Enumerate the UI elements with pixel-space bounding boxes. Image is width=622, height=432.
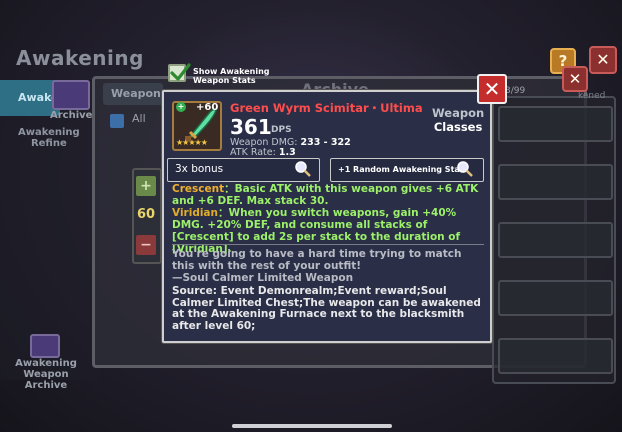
flavor-quote: You're going to have a hard time trying …: [172, 248, 462, 272]
weapon-name: Green Wyrm Scimitar・Ultima: [230, 101, 423, 115]
flavor-source: —Soul Calmer Limited Weapon: [172, 272, 354, 284]
show-stats-label-line1: Show Awakening: [193, 67, 270, 76]
rate-value: 1.3: [278, 147, 296, 158]
archive-count: 3/99: [505, 86, 526, 96]
home-indicator: [232, 424, 392, 428]
weapon-classes-button[interactable]: Weapon Classes: [432, 106, 484, 134]
weapon-level: +60: [196, 102, 219, 113]
effect-name: Crescent: [172, 183, 225, 195]
show-stats-label-line2: Weapon Stats: [193, 76, 256, 85]
weapon-classes-line2: Classes: [433, 120, 483, 134]
show-stats-checkbox[interactable]: [168, 63, 191, 82]
awakened-label: kened: [578, 91, 606, 101]
minus-button[interactable]: −: [136, 235, 156, 255]
dps-value: 361: [230, 115, 272, 139]
source-text: Source: Event Demonrealm;Event reward;So…: [172, 285, 481, 332]
rate-label: ATK Rate:: [230, 147, 276, 158]
archive-icon[interactable]: [52, 80, 90, 110]
list-item[interactable]: [498, 164, 613, 200]
attack-rate: ATK Rate: 1.3: [230, 147, 296, 158]
tab-weapon[interactable]: Weapon: [103, 83, 163, 105]
close-button[interactable]: ✕: [589, 46, 617, 74]
weapon-archive-label: Awakening Weapon Archive: [15, 358, 77, 391]
weapon-archive-icon[interactable]: [30, 334, 60, 358]
damage-value: 233 - 322: [300, 137, 351, 148]
effect-crescent: Crescent：Basic ATK with this weapon give…: [172, 183, 484, 207]
plus-button[interactable]: +: [136, 176, 156, 196]
weapon-classes-line1: Weapon: [432, 106, 485, 120]
archive-close-button[interactable]: ✕: [562, 66, 588, 92]
flavor-text: You're going to have a hard time trying …: [172, 248, 484, 284]
upgrade-badge: +: [176, 102, 186, 112]
quantity-value: 60: [137, 207, 156, 222]
list-item[interactable]: [498, 222, 613, 258]
magnifier-icon[interactable]: [456, 160, 474, 178]
effect-name: Viridian: [172, 207, 218, 219]
star-rating: ★★★★★: [176, 138, 208, 147]
close-icon: ✕: [483, 77, 501, 101]
modal-close-button[interactable]: ✕: [477, 74, 507, 104]
list-item[interactable]: [498, 280, 613, 316]
bonus-label: 3x bonus: [175, 163, 224, 175]
filter-all[interactable]: All: [110, 112, 170, 130]
list-item[interactable]: [498, 106, 613, 142]
show-stats-label[interactable]: Show Awakening Weapon Stats: [193, 67, 270, 85]
page-title: Awakening: [16, 46, 144, 70]
archive-label: Archive: [50, 110, 93, 121]
checkmark-icon: [170, 63, 191, 81]
magnifier-icon[interactable]: [294, 160, 312, 178]
list-item[interactable]: [498, 338, 613, 374]
random-stats-label: +1 Random Awakening Stats: [338, 165, 469, 174]
divider: [172, 244, 484, 245]
sidebar-tab-refine[interactable]: Awakening Refine: [18, 127, 80, 149]
dps-label: DPS: [271, 125, 292, 135]
